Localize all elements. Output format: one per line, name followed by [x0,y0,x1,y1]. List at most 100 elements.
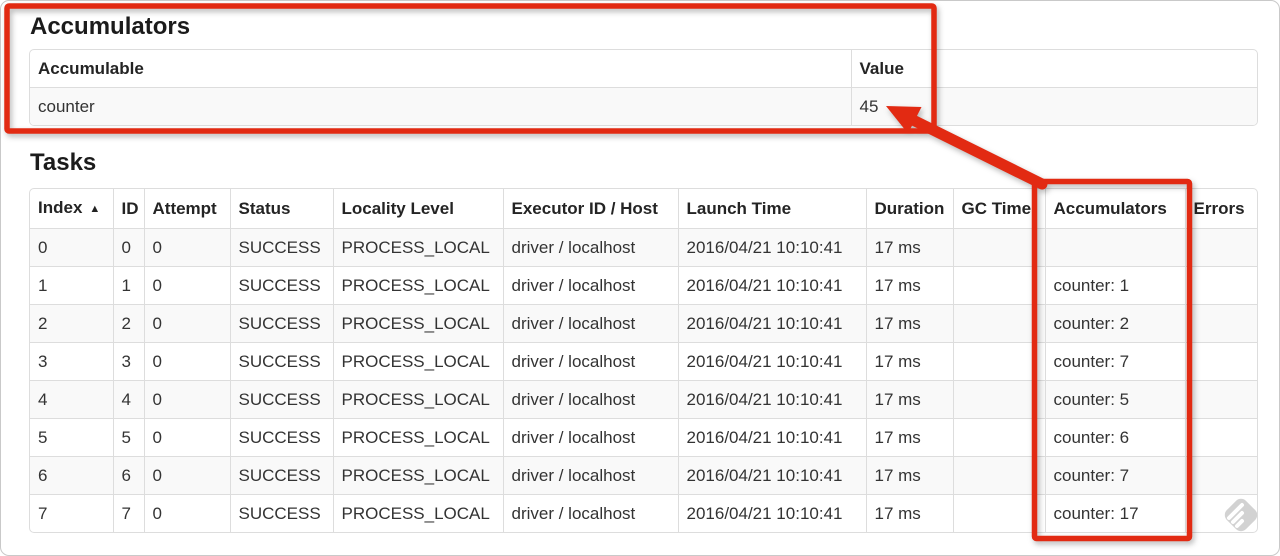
table-cell [952,456,1045,495]
table-cell [952,266,1045,305]
column-header[interactable]: GC Time [952,189,1045,229]
column-header: Value [850,50,1257,88]
table-cell: counter [30,87,851,125]
column-header[interactable]: Accumulators [1044,189,1185,229]
spark-ui-stage-page: Accumulators Accumulable Value counter 45 T… [0,0,1280,556]
table-row: 2 2 0 SUCCESS PROCESS_LOCAL driver / localhos… [30,304,1257,343]
table-cell: 2016/04/21 10:10:41 [677,266,866,305]
tasks-section-title: Tasks [30,149,97,176]
table-cell: 0 [143,228,230,267]
table-cell [952,418,1045,457]
table-cell: 4 [30,380,113,419]
table-cell: PROCESS_LOCAL [332,342,503,381]
table-row: 7 7 0 SUCCESS PROCESS_LOCAL driver / localhos… [30,494,1257,532]
table-cell: 2016/04/21 10:10:41 [677,456,866,495]
column-header[interactable]: Executor ID / Host [502,189,678,229]
table-cell [1184,304,1257,343]
table-cell: 2016/04/21 10:10:41 [677,418,866,457]
header-row: Index ▲ ID Attempt Status Locality Level Execu… [30,189,1257,229]
column-header[interactable]: Status [229,189,333,229]
column-header[interactable]: Launch Time [677,189,866,229]
table-cell: 7 [30,494,113,532]
table-cell: counter: 7 [1044,456,1185,495]
table-row: 3 3 0 SUCCESS PROCESS_LOCAL driver / localhos… [30,342,1257,381]
table-row: 0 0 0 SUCCESS PROCESS_LOCAL driver / localhos… [30,228,1257,267]
column-header[interactable]: Index ▲ [30,189,113,229]
table-cell: 17 ms [865,418,953,457]
table-cell: PROCESS_LOCAL [332,380,503,419]
table-cell: driver / localhost [502,266,678,305]
table-cell [952,304,1045,343]
column-header[interactable]: ID [112,189,144,229]
table-cell: 2 [112,304,144,343]
table-cell: driver / localhost [502,304,678,343]
table-cell [952,228,1045,267]
table-cell [1184,418,1257,457]
table-cell: 0 [143,380,230,419]
table-cell: counter: 6 [1044,418,1185,457]
column-header[interactable]: Attempt [143,189,230,229]
table-cell: 2016/04/21 10:10:41 [677,304,866,343]
table-cell [1044,228,1185,267]
table-cell: driver / localhost [502,380,678,419]
table-cell [1184,342,1257,381]
table-cell [1184,380,1257,419]
table-cell: PROCESS_LOCAL [332,228,503,267]
page-content: Accumulators Accumulable Value counter 45 T… [1,1,1279,533]
table-cell: counter: 1 [1044,266,1185,305]
table-cell: counter: 17 [1044,494,1185,532]
tasks-table-container: Index ▲ ID Attempt Status Locality Level Execu… [29,188,1258,533]
table-cell: 45 [850,87,1257,125]
table-row: 6 6 0 SUCCESS PROCESS_LOCAL driver / localhos… [30,456,1257,495]
table-cell [952,494,1045,532]
table-cell: 0 [143,342,230,381]
table-cell: SUCCESS [229,228,333,267]
table-cell: SUCCESS [229,380,333,419]
table-cell: 17 ms [865,228,953,267]
table-cell: driver / localhost [502,342,678,381]
sort-ascending-icon: ▲ [89,203,101,215]
header-row: Accumulable Value [30,50,1257,88]
column-header[interactable]: Locality Level [332,189,503,229]
table-row: 4 4 0 SUCCESS PROCESS_LOCAL driver / localhos… [30,380,1257,419]
table-cell: counter: 2 [1044,304,1185,343]
table-cell: 0 [143,266,230,305]
table-cell [952,342,1045,381]
table-cell: counter: 5 [1044,380,1185,419]
table-cell: PROCESS_LOCAL [332,418,503,457]
accumulators-table: Accumulable Value counter 45 [30,50,1257,125]
table-cell: 6 [30,456,113,495]
table-row: 5 5 0 SUCCESS PROCESS_LOCAL driver / localhos… [30,418,1257,457]
table-cell: 0 [112,228,144,267]
table-cell: SUCCESS [229,456,333,495]
tasks-table: Index ▲ ID Attempt Status Locality Level Execu… [30,189,1257,532]
table-cell [1184,494,1257,532]
table-cell: 17 ms [865,304,953,343]
table-cell: 5 [112,418,144,457]
table-cell: 0 [143,418,230,457]
table-row: counter 45 [30,87,1257,125]
table-cell: 0 [143,304,230,343]
table-cell: SUCCESS [229,304,333,343]
table-cell: PROCESS_LOCAL [332,266,503,305]
table-cell [1184,456,1257,495]
accumulators-section-title: Accumulators [30,13,191,40]
column-header: Accumulable [38,59,144,78]
table-cell: 17 ms [865,456,953,495]
table-cell: 7 [112,494,144,532]
column-header[interactable]: Errors [1184,189,1257,229]
column-header[interactable]: Duration [865,189,953,229]
table-cell: 17 ms [865,266,953,305]
table-cell: SUCCESS [229,418,333,457]
table-cell: 2016/04/21 10:10:41 [677,494,866,532]
table-cell: 0 [143,494,230,532]
table-cell: PROCESS_LOCAL [332,456,503,495]
table-cell: PROCESS_LOCAL [332,304,503,343]
table-cell: SUCCESS [229,494,333,532]
table-cell: 6 [112,456,144,495]
table-cell: SUCCESS [229,342,333,381]
table-cell: 0 [30,228,113,267]
table-row: 1 1 0 SUCCESS PROCESS_LOCAL driver / localhos… [30,266,1257,305]
table-cell [1184,266,1257,305]
table-cell: driver / localhost [502,456,678,495]
